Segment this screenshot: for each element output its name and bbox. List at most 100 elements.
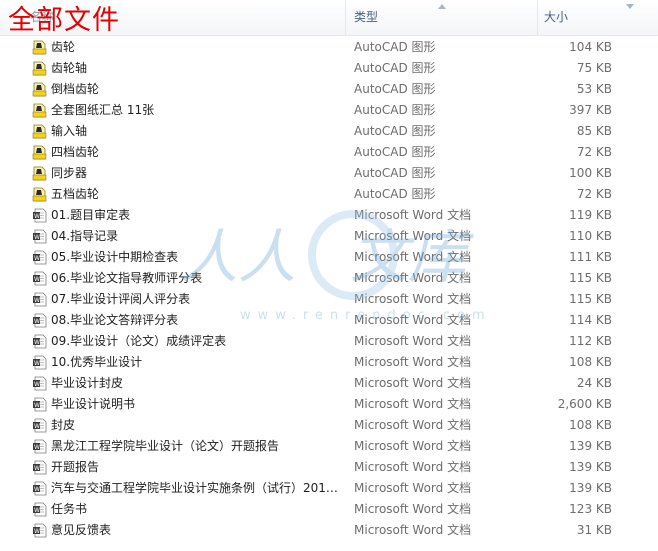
file-row[interactable]: W 黑龙江工程学院毕业设计（论文）开题报告 Microsoft Word 文档 139… [0,436,658,457]
file-row[interactable]: 五档齿轮 AutoCAD 图形 72 KB [0,184,658,205]
file-name: 输入轴 [51,124,88,138]
file-size: 115 KB [569,271,612,285]
file-row[interactable]: 输入轴 AutoCAD 图形 85 KB [0,121,658,142]
file-size: 111 KB [569,250,612,264]
file-name: 10.优秀毕业设计 [51,355,143,369]
word-file-icon: W [32,460,47,475]
svg-text:W: W [34,528,40,535]
file-size: 119 KB [569,208,612,222]
word-file-icon: W [32,439,47,454]
file-row[interactable]: W 开题报告 Microsoft Word 文档 139 KB [0,457,658,478]
file-type: AutoCAD 图形 [354,61,436,75]
file-row[interactable]: W 意见反馈表 Microsoft Word 文档 31 KB [0,520,658,541]
file-type: Microsoft Word 文档 [354,292,472,306]
file-row[interactable]: 同步器 AutoCAD 图形 100 KB [0,163,658,184]
file-type: Microsoft Word 文档 [354,208,472,222]
word-file-icon: W [32,292,47,307]
file-size: 75 KB [576,61,612,75]
file-size: 139 KB [569,460,612,474]
word-file-icon: W [32,208,47,223]
file-type: Microsoft Word 文档 [354,439,472,453]
file-row[interactable]: 四档齿轮 AutoCAD 图形 72 KB [0,142,658,163]
column-header-size[interactable]: 大小 [538,0,658,35]
autocad-file-icon [32,187,47,202]
file-size: 104 KB [569,40,612,54]
file-row[interactable]: W 06.毕业论文指导教师评分表 Microsoft Word 文档 115 KB [0,268,658,289]
file-type: AutoCAD 图形 [354,187,436,201]
file-row[interactable]: W 01.题目审定表 Microsoft Word 文档 119 KB [0,205,658,226]
file-name: 09.毕业设计（论文）成绩评定表 [51,334,227,348]
file-type: Microsoft Word 文档 [354,376,472,390]
autocad-file-icon [32,61,47,76]
word-file-icon: W [32,523,47,538]
svg-text:W: W [34,255,40,262]
file-size: 72 KB [576,145,612,159]
file-row[interactable]: W 毕业设计说明书 Microsoft Word 文档 2,600 KB [0,394,658,415]
file-size: 112 KB [569,334,612,348]
file-size: 53 KB [576,82,612,96]
svg-text:W: W [34,402,40,409]
file-size: 85 KB [576,124,612,138]
file-type: Microsoft Word 文档 [354,418,472,432]
word-file-icon: W [32,271,47,286]
file-size: 2,600 KB [557,397,612,411]
word-file-icon: W [32,376,47,391]
sort-ascending-icon [438,4,446,9]
file-type: Microsoft Word 文档 [354,460,472,474]
word-file-icon: W [32,334,47,349]
file-name: 倒档齿轮 [51,82,100,96]
svg-text:W: W [34,381,40,388]
file-row[interactable]: 齿轮轴 AutoCAD 图形 75 KB [0,58,658,79]
file-row[interactable]: W 10.优秀毕业设计 Microsoft Word 文档 108 KB [0,352,658,373]
svg-text:W: W [34,423,40,430]
file-row[interactable]: W 任务书 Microsoft Word 文档 123 KB [0,499,658,520]
file-row[interactable]: 全套图纸汇总 11张 AutoCAD 图形 397 KB [0,100,658,121]
autocad-file-icon [32,166,47,181]
svg-text:W: W [34,444,40,451]
svg-text:W: W [34,318,40,325]
autocad-file-icon [32,40,47,55]
chevron-down-icon [626,4,634,9]
file-type: Microsoft Word 文档 [354,313,472,327]
file-row[interactable]: W 07.毕业设计评阅人评分表 Microsoft Word 文档 115 KB [0,289,658,310]
file-type: AutoCAD 图形 [354,166,436,180]
file-size: 114 KB [569,313,612,327]
svg-text:W: W [34,339,40,346]
file-type: Microsoft Word 文档 [354,355,472,369]
svg-text:W: W [34,234,40,241]
file-type: Microsoft Word 文档 [354,250,472,264]
word-file-icon: W [32,250,47,265]
file-row[interactable]: W 04.指导记录 Microsoft Word 文档 110 KB [0,226,658,247]
svg-text:W: W [34,360,40,367]
file-size: 72 KB [576,187,612,201]
svg-text:W: W [34,297,40,304]
file-size: 108 KB [569,418,612,432]
file-size: 397 KB [569,103,612,117]
file-name: 黑龙江工程学院毕业设计（论文）开题报告 [51,439,280,453]
file-row[interactable]: W 封皮 Microsoft Word 文档 108 KB [0,415,658,436]
file-size: 31 KB [576,523,612,537]
file-type: Microsoft Word 文档 [354,481,472,495]
file-type: Microsoft Word 文档 [354,271,472,285]
file-name: 开题报告 [51,460,100,474]
file-row[interactable]: 倒档齿轮 AutoCAD 图形 53 KB [0,79,658,100]
file-row[interactable]: W 05.毕业设计中期检查表 Microsoft Word 文档 111 KB [0,247,658,268]
file-row[interactable]: W 09.毕业设计（论文）成绩评定表 Microsoft Word 文档 112 KB [0,331,658,352]
word-file-icon: W [32,355,47,370]
file-name: 意见反馈表 [51,523,112,537]
file-row[interactable]: W 汽车与交通工程学院毕业设计实施条例（试行）2011... Microsoft W… [0,478,658,499]
file-name: 五档齿轮 [51,187,100,201]
svg-text:W: W [34,276,40,283]
file-size: 115 KB [569,292,612,306]
autocad-file-icon [32,145,47,160]
file-row[interactable]: 齿轮 AutoCAD 图形 104 KB [0,37,658,58]
file-size: 100 KB [569,166,612,180]
file-size: 139 KB [569,439,612,453]
file-row[interactable]: W 08.毕业论文答辩评分表 Microsoft Word 文档 114 KB [0,310,658,331]
file-size: 24 KB [576,376,612,390]
file-size: 108 KB [569,355,612,369]
file-row[interactable]: W 毕业设计封皮 Microsoft Word 文档 24 KB [0,373,658,394]
file-name: 07.毕业设计评阅人评分表 [51,292,191,306]
file-name: 毕业设计封皮 [51,376,124,390]
autocad-file-icon [32,82,47,97]
